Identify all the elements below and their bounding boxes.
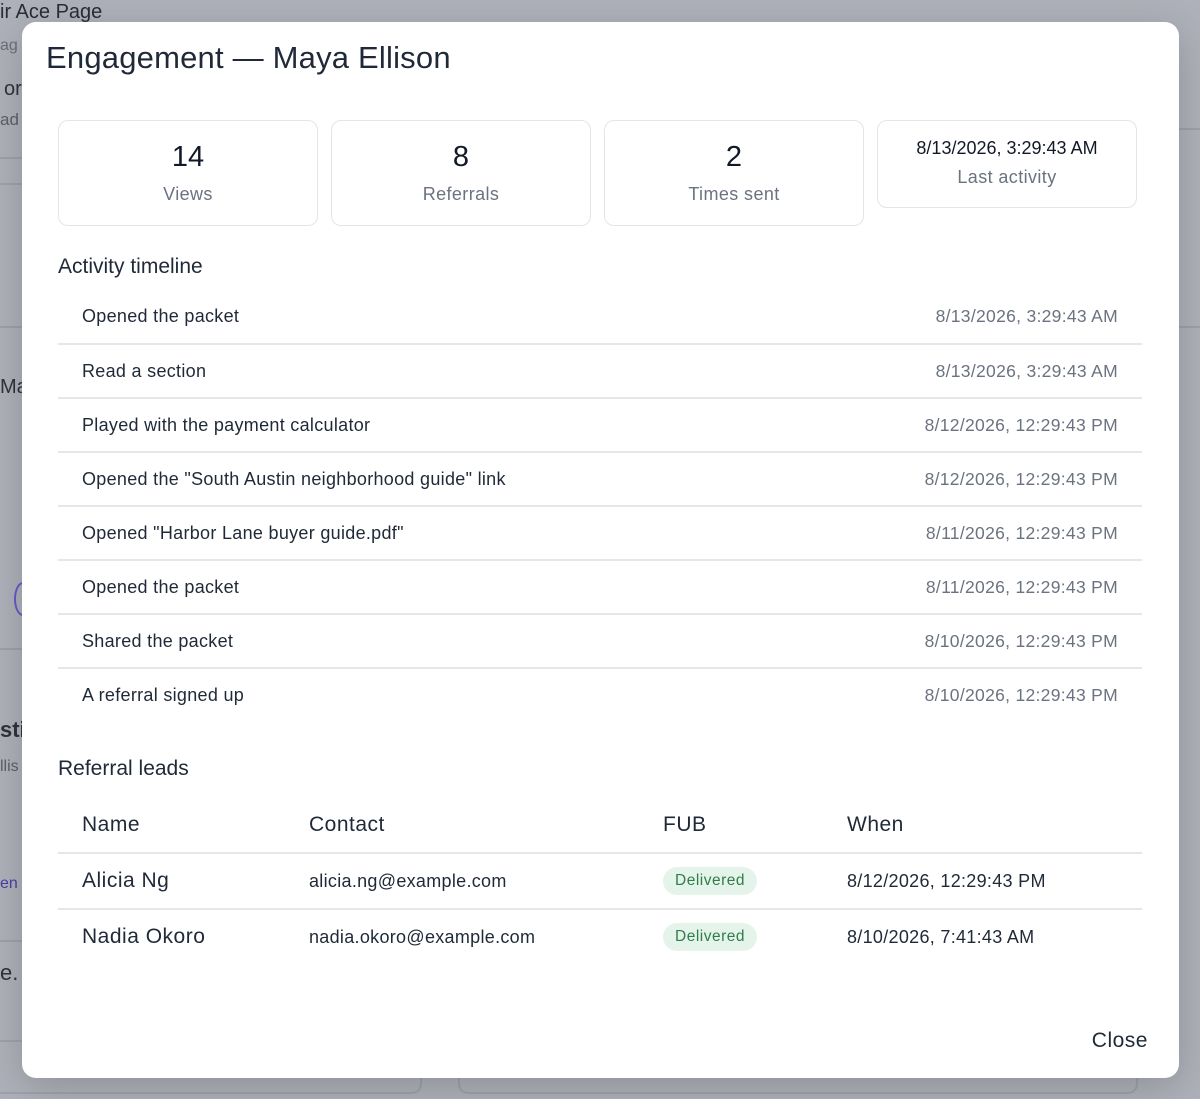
status-badge: Delivered bbox=[663, 923, 757, 951]
referral-leads-table: Name Contact FUB When Alicia Ng alicia.n… bbox=[58, 798, 1142, 964]
lead-fub-cell: Delivered bbox=[639, 909, 823, 964]
activity-timeline-heading: Activity timeline bbox=[58, 255, 203, 278]
timeline-item-text: Opened the "South Austin neighborhood gu… bbox=[82, 468, 506, 489]
timeline-item-text: Read a section bbox=[82, 360, 207, 381]
lead-contact: alicia.ng@example.com bbox=[285, 853, 639, 910]
stat-label: Referrals bbox=[422, 184, 500, 204]
stat-value: 14 bbox=[171, 141, 205, 173]
timeline-item: Read a section 8/13/2026, 3:29:43 AM bbox=[58, 343, 1142, 397]
timeline-item-time: 8/11/2026, 12:29:43 PM bbox=[925, 522, 1118, 543]
stat-label: Last activity bbox=[957, 167, 1057, 187]
timeline-item-time: 8/12/2026, 12:29:43 PM bbox=[924, 414, 1118, 435]
stat-label: Times sent bbox=[688, 184, 780, 204]
background-fragment: llis bbox=[0, 758, 19, 775]
background-fragment: e. bbox=[0, 960, 19, 985]
background-link-fragment: en bbox=[0, 875, 18, 892]
column-header-name: Name bbox=[58, 798, 285, 854]
stat-card-times-sent: 2 Times sent bbox=[604, 120, 864, 226]
activity-timeline: Opened the packet 8/13/2026, 3:29:43 AM … bbox=[58, 290, 1142, 721]
timeline-item: Opened the packet 8/13/2026, 3:29:43 AM bbox=[58, 290, 1142, 343]
lead-contact: nadia.okoro@example.com bbox=[309, 926, 536, 947]
background-fragment: ad bbox=[0, 110, 19, 129]
timeline-item: Opened the packet 8/11/2026, 12:29:43 PM bbox=[58, 559, 1142, 613]
timeline-item-time: 8/10/2026, 12:29:43 PM bbox=[924, 684, 1118, 705]
lead-when: 8/12/2026, 12:29:43 PM bbox=[823, 853, 1142, 910]
table-header-row: Name Contact FUB When bbox=[58, 798, 1142, 854]
background-page-subtitle: ag bbox=[0, 37, 18, 54]
stat-value: 2 bbox=[725, 141, 743, 173]
table-row: Nadia Okoro nadia.okoro@example.com Deli… bbox=[58, 909, 1142, 964]
lead-fub-cell: Delivered bbox=[639, 853, 823, 910]
modal-title: Engagement — Maya Ellison bbox=[46, 40, 451, 75]
lead-name: Nadia Okoro bbox=[82, 925, 206, 948]
timeline-item: Opened the "South Austin neighborhood gu… bbox=[58, 451, 1142, 505]
background-divider bbox=[1178, 128, 1200, 130]
timeline-item-time: 8/12/2026, 12:29:43 PM bbox=[924, 468, 1118, 489]
timeline-item: Shared the packet 8/10/2026, 12:29:43 PM bbox=[58, 613, 1142, 667]
background-page-title: ir Ace Page bbox=[0, 1, 103, 23]
lead-when: 8/10/2026, 7:41:43 AM bbox=[847, 926, 1035, 947]
timeline-item-text: Opened the packet bbox=[82, 306, 240, 326]
timeline-item-time: 8/10/2026, 12:29:43 PM bbox=[924, 630, 1118, 651]
timeline-item-time: 8/13/2026, 3:29:43 AM bbox=[935, 360, 1118, 381]
stat-value: 8/13/2026, 3:29:43 AM bbox=[916, 138, 1098, 158]
timeline-item: A referral signed up 8/10/2026, 12:29:43… bbox=[58, 667, 1142, 721]
timeline-item-text: Shared the packet bbox=[82, 630, 234, 651]
stat-label: Views bbox=[163, 184, 213, 204]
stat-card-last-activity: 8/13/2026, 3:29:43 AM Last activity bbox=[877, 120, 1137, 208]
timeline-item-text: Opened the packet bbox=[82, 576, 240, 597]
close-button[interactable]: Close bbox=[1092, 1029, 1148, 1053]
timeline-item-text: Played with the payment calculator bbox=[82, 414, 371, 435]
stat-value: 8 bbox=[452, 141, 470, 173]
status-badge: Delivered bbox=[663, 867, 757, 895]
timeline-item: Opened "Harbor Lane buyer guide.pdf" 8/1… bbox=[58, 505, 1142, 559]
referral-leads-heading: Referral leads bbox=[58, 757, 189, 780]
column-header-when: When bbox=[823, 798, 1142, 854]
stat-card-referrals: 8 Referrals bbox=[331, 120, 591, 226]
background-divider bbox=[0, 940, 22, 942]
table-row: Alicia Ng alicia.ng@example.com Delivere… bbox=[58, 853, 1142, 910]
background-divider bbox=[1178, 326, 1200, 328]
column-header-fub: FUB bbox=[639, 798, 823, 854]
timeline-item-time: 8/13/2026, 3:29:43 AM bbox=[935, 306, 1118, 326]
timeline-item-time: 8/11/2026, 12:29:43 PM bbox=[925, 576, 1118, 597]
engagement-modal: Engagement — Maya Ellison 14 Views 8 Ref… bbox=[22, 22, 1179, 1078]
stat-card-views: 14 Views bbox=[58, 120, 318, 226]
lead-name: Alicia Ng bbox=[58, 853, 285, 910]
timeline-item-text: Opened "Harbor Lane buyer guide.pdf" bbox=[82, 522, 404, 543]
timeline-item: Played with the payment calculator 8/12/… bbox=[58, 397, 1142, 451]
background-fragment: or bbox=[4, 78, 22, 100]
stats-row: 14 Views 8 Referrals 2 Times sent 8/13/2… bbox=[58, 120, 1137, 226]
column-header-contact: Contact bbox=[285, 798, 639, 854]
timeline-item-text: A referral signed up bbox=[82, 684, 245, 705]
